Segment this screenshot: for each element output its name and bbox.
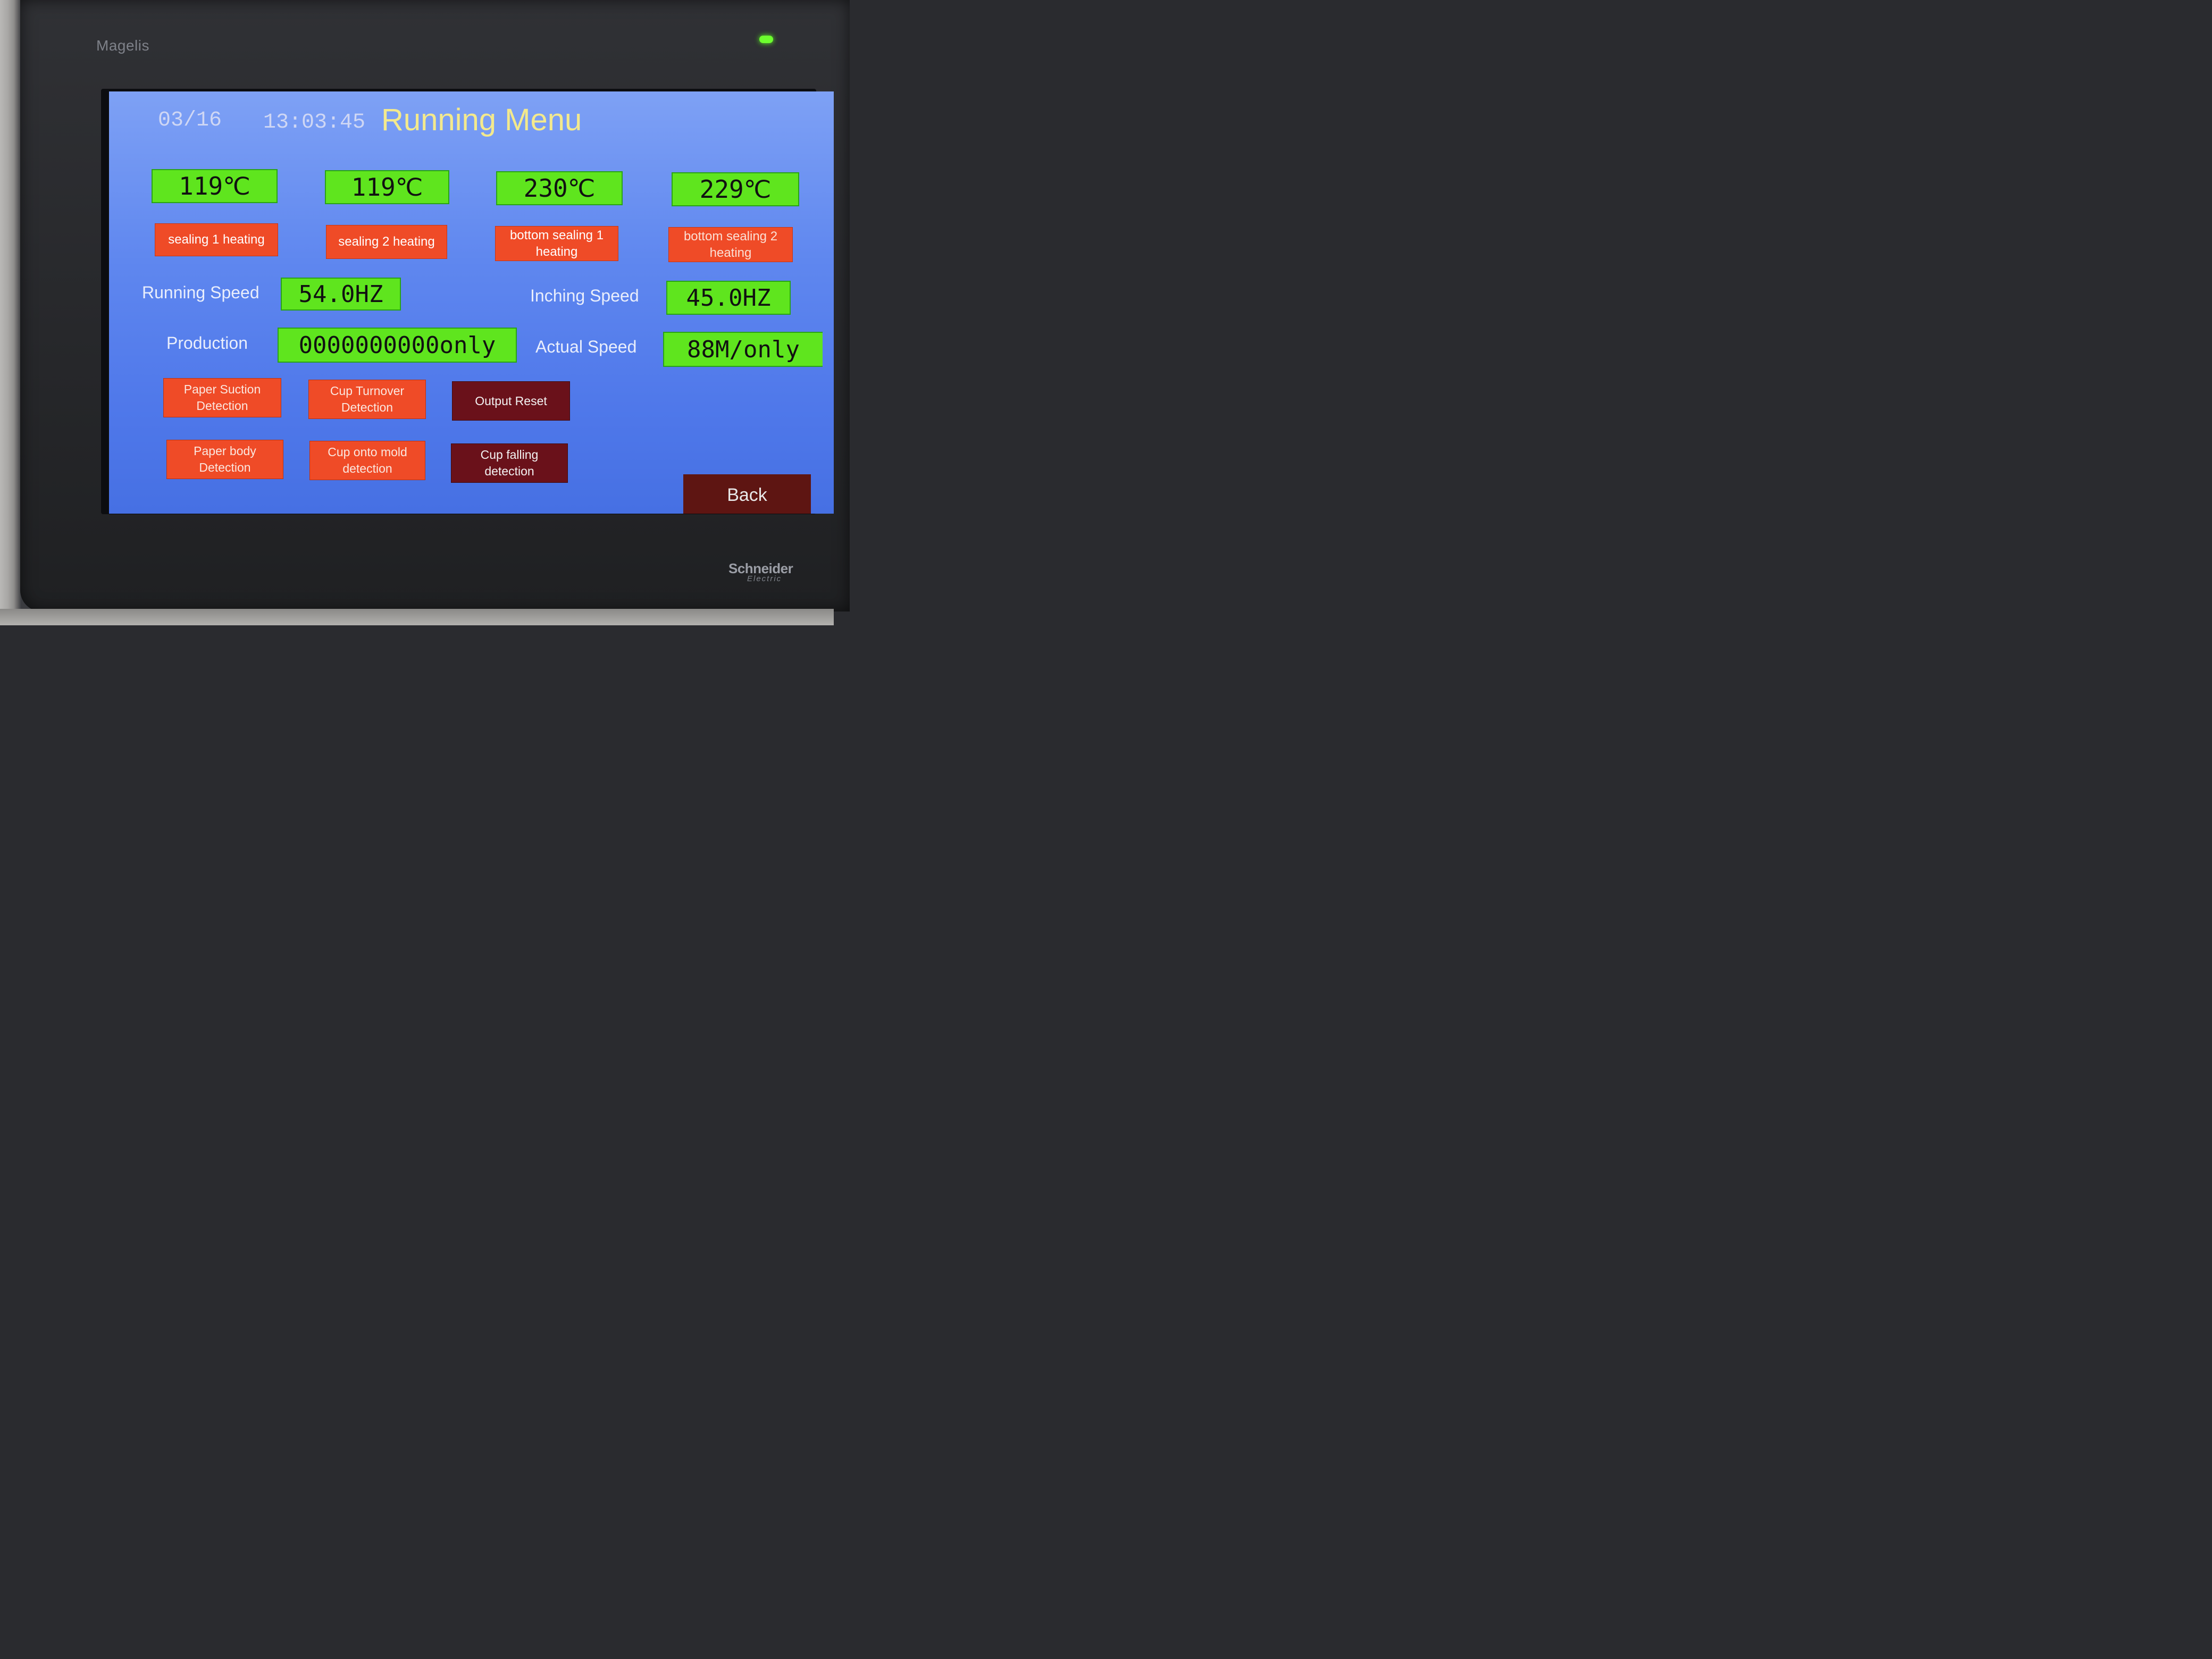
page-title: Running Menu bbox=[381, 103, 582, 137]
running-menu-screen: 03/16 13:03:45 Running Menu 119℃ 119℃ 23… bbox=[109, 91, 834, 514]
bottom-sealing-2-heating-indicator: bottom sealing 2 heating bbox=[668, 227, 793, 262]
actual-speed-value: 88M/only bbox=[663, 332, 823, 367]
power-led-icon bbox=[759, 36, 773, 43]
paper-suction-detection-button[interactable]: Paper Suction Detection bbox=[163, 378, 281, 417]
sealing-2-temp-value: 119℃ bbox=[325, 170, 449, 204]
back-button[interactable]: Back bbox=[683, 474, 811, 514]
paper-body-detection-button[interactable]: Paper body Detection bbox=[166, 440, 283, 479]
cup-onto-mold-detection-button[interactable]: Cup onto mold detection bbox=[309, 441, 425, 480]
bottom-sealing-1-temp-value: 230℃ bbox=[496, 171, 623, 205]
cup-turnover-detection-button[interactable]: Cup Turnover Detection bbox=[308, 380, 426, 419]
production-label: Production bbox=[166, 333, 248, 353]
running-speed-label: Running Speed bbox=[142, 283, 259, 302]
time-display: 13:03:45 bbox=[263, 111, 366, 135]
cup-falling-detection-button[interactable]: Cup falling detection bbox=[451, 443, 568, 483]
bottom-sealing-2-temp-value: 229℃ bbox=[672, 172, 799, 206]
inching-speed-value: 45.0HZ bbox=[666, 281, 791, 315]
production-counter-value: 0000000000only bbox=[278, 328, 517, 363]
actual-speed-label: Actual Speed bbox=[535, 337, 637, 356]
sealing-1-heating-indicator: sealing 1 heating bbox=[155, 223, 278, 256]
inching-speed-label: Inching Speed bbox=[530, 286, 639, 305]
running-speed-value: 54.0HZ bbox=[281, 278, 401, 311]
schneider-logo-sub: Electric bbox=[747, 574, 782, 583]
sealing-2-heating-indicator: sealing 2 heating bbox=[326, 225, 447, 259]
panel-frame-bottom bbox=[0, 609, 834, 625]
bottom-sealing-1-heating-indicator: bottom sealing 1 heating bbox=[495, 226, 618, 261]
output-reset-button[interactable]: Output Reset bbox=[452, 381, 570, 421]
sealing-1-temp-value: 119℃ bbox=[152, 169, 278, 203]
magelis-logo: Magelis bbox=[96, 37, 149, 54]
date-display: 03/16 bbox=[158, 108, 222, 132]
